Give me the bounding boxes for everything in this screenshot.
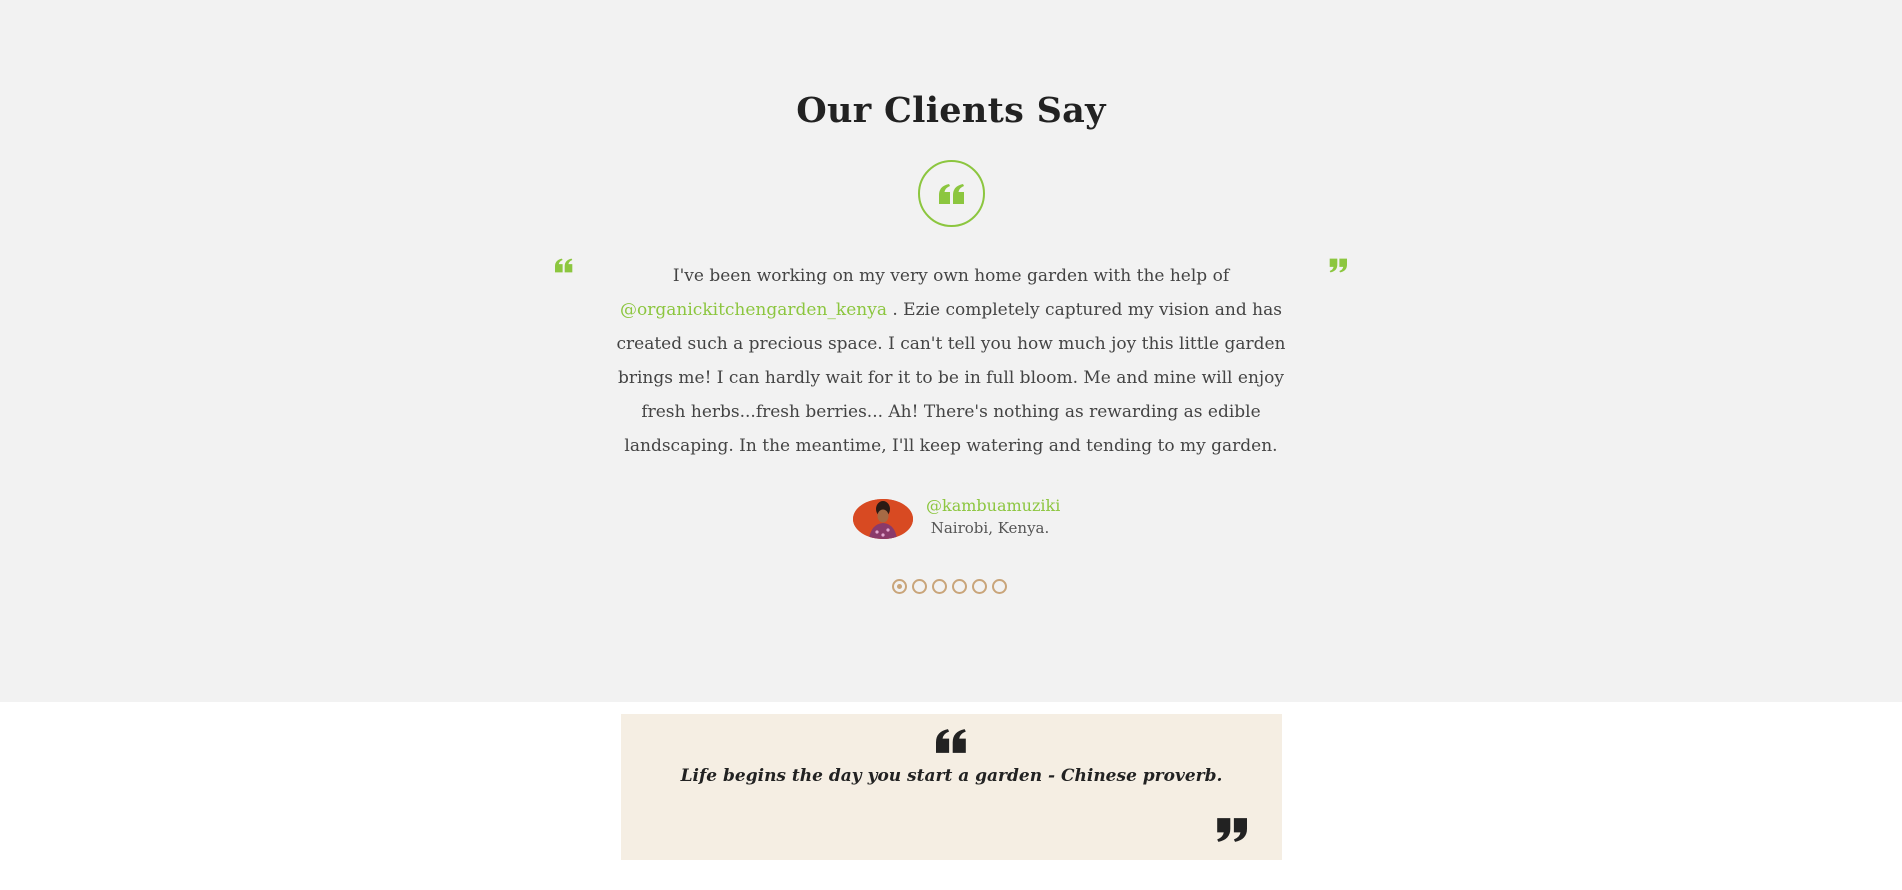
quote-left-icon bbox=[936, 729, 966, 753]
carousel-dot[interactable] bbox=[912, 579, 927, 594]
author-info: @kambuamuziki Nairobi, Kenya. bbox=[926, 494, 1060, 538]
quote-circle-badge bbox=[918, 160, 985, 227]
carousel-dot[interactable] bbox=[952, 579, 967, 594]
quote-left-icon bbox=[555, 258, 573, 273]
author-location: Nairobi, Kenya. bbox=[930, 519, 1050, 537]
proverb-text: Life begins the day you start a garden -… bbox=[680, 766, 1223, 786]
section-title: Our Clients Say bbox=[796, 90, 1106, 131]
carousel-dot[interactable] bbox=[892, 579, 907, 594]
testimonial-text: I've been working on my very own home ga… bbox=[600, 259, 1302, 463]
quote-right-icon bbox=[1329, 258, 1347, 273]
carousel-dot[interactable] bbox=[932, 579, 947, 594]
author-avatar bbox=[853, 499, 913, 539]
testimonial-text-body: . Ezie completely captured my vision and… bbox=[616, 300, 1286, 456]
carousel-dot[interactable] bbox=[992, 579, 1007, 594]
quote-left-icon bbox=[938, 183, 964, 204]
quote-right-icon bbox=[1217, 818, 1247, 842]
testimonial-text-intro: I've been working on my very own home ga… bbox=[672, 266, 1230, 286]
testimonials-section: Our Clients Say I've been working on my … bbox=[0, 0, 1902, 702]
testimonial-handle-link[interactable]: @organickitchengarden_kenya bbox=[620, 300, 887, 320]
author-photo bbox=[853, 499, 913, 539]
proverb-box: Life begins the day you start a garden -… bbox=[621, 714, 1282, 860]
author-name-link[interactable]: @kambuamuziki bbox=[926, 494, 1060, 518]
carousel-dot[interactable] bbox=[972, 579, 987, 594]
carousel-pagination bbox=[892, 579, 1007, 594]
